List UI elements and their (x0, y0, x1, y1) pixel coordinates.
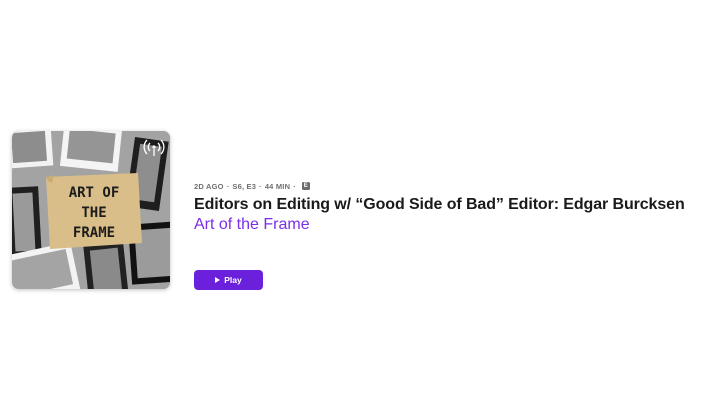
frame-top-middle (59, 131, 123, 172)
podcast-artwork[interactable]: ART OF THE FRAME (12, 131, 170, 289)
frame-left (12, 186, 42, 260)
show-name-link[interactable]: Art of the Frame (194, 215, 714, 235)
episode-info: 2D AGO · S6, E3 · 44 MIN · E Editors on … (194, 180, 714, 235)
frame-top-left (12, 131, 54, 169)
film-strip-bottom (83, 241, 129, 289)
episode-title[interactable]: Editors on Editing w/ “Good Side of Bad”… (194, 194, 714, 215)
artwork-line-2: THE (81, 205, 106, 221)
explicit-badge: E (301, 182, 310, 190)
episode-duration: 44 MIN (264, 181, 291, 191)
meta-separator: · (259, 181, 262, 191)
episode-season-episode: S6, E3 (232, 181, 257, 191)
play-button[interactable]: Play (194, 270, 263, 290)
artwork-image: ART OF THE FRAME (12, 131, 170, 289)
episode-card: ART OF THE FRAME 2D AGO · S6, E3 · 44 MI… (12, 131, 712, 293)
page: ART OF THE FRAME 2D AGO · S6, E3 · 44 MI… (0, 0, 720, 400)
artwork-line-1: ART OF (69, 185, 120, 201)
meta-separator: · (293, 181, 296, 191)
episode-age: 2D AGO (194, 181, 224, 191)
play-button-label: Play (224, 275, 242, 285)
play-icon (215, 277, 221, 283)
meta-separator: · (226, 181, 230, 191)
artwork-line-3: FRAME (73, 225, 115, 241)
episode-meta: 2D AGO · S6, E3 · 44 MIN · E (194, 180, 714, 192)
